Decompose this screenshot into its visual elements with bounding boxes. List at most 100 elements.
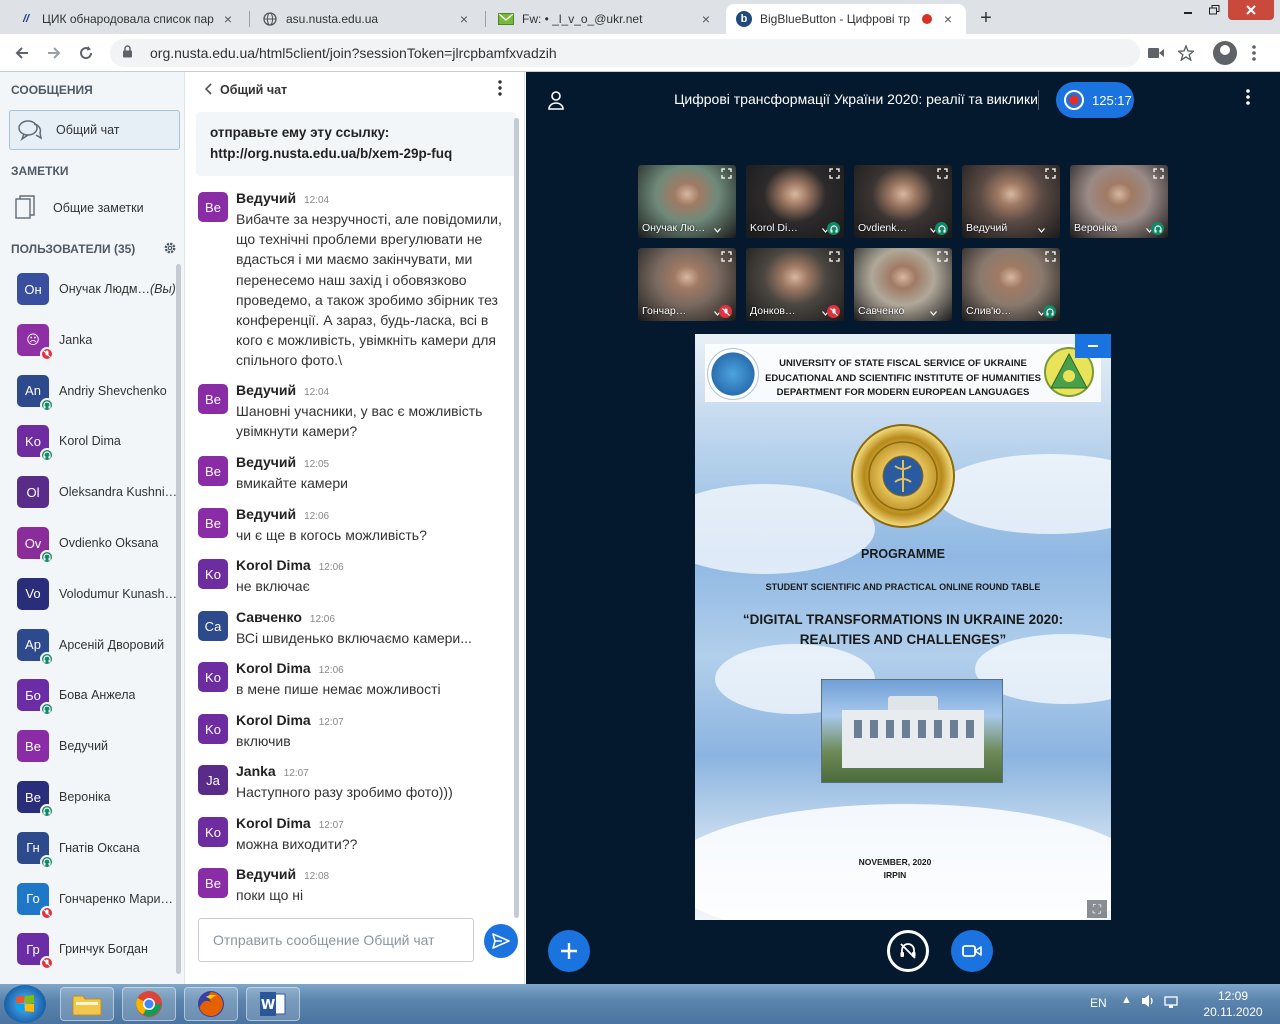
tab-bigbluebutton[interactable]: b BigBlueButton - Цифрові тр × <box>726 4 966 34</box>
user-avatar: Ве <box>17 730 49 763</box>
forward-icon[interactable] <box>40 40 68 66</box>
actions-button[interactable] <box>548 930 590 972</box>
options-menu-icon[interactable] <box>1246 89 1250 110</box>
close-window-icon[interactable] <box>1228 0 1274 20</box>
restore-window-icon[interactable] <box>1202 0 1226 20</box>
chat-options-icon[interactable] <box>498 80 502 101</box>
user-list-item[interactable]: Ov Ovdienko Oksana <box>0 518 180 568</box>
network-icon[interactable] <box>1164 995 1178 1012</box>
message-time: 12:07 <box>318 717 344 728</box>
user-list-item[interactable]: An Andriy Shevchenko <box>0 366 180 416</box>
chevron-down-icon[interactable] <box>930 308 937 318</box>
user-list-item[interactable]: Vo Volodumur Kunash… <box>0 569 180 619</box>
public-chat-item[interactable]: Общий чат <box>9 110 180 150</box>
expand-icon[interactable] <box>937 168 948 182</box>
message-author: Korol Dima 12:06 <box>236 557 344 573</box>
chat-title[interactable]: Общий чат <box>220 83 287 97</box>
webcam-tile[interactable]: Ovdienk… <box>854 165 952 238</box>
camera-blocked-icon[interactable] <box>1142 40 1170 66</box>
user-list-item[interactable]: Ар Арсеній Дворовий <box>0 620 180 670</box>
chat-message-input[interactable]: Отправить сообщение Общий чат <box>198 918 474 962</box>
expand-icon[interactable] <box>721 168 732 182</box>
user-list-item[interactable]: ☹ Janka <box>0 315 180 365</box>
close-icon[interactable]: × <box>940 11 956 27</box>
tray-show-hidden-icon[interactable]: ▲ <box>1121 994 1132 1006</box>
user-list-item[interactable]: Ko Korol Dima <box>0 416 180 466</box>
expand-icon[interactable] <box>1045 251 1056 265</box>
windows-start-button[interactable] <box>4 985 46 1023</box>
taskbar-explorer[interactable] <box>60 987 114 1021</box>
chat-scrollbar[interactable] <box>514 118 519 918</box>
minimize-window-icon[interactable] <box>1176 0 1200 20</box>
taskbar-word[interactable]: W <box>246 987 300 1021</box>
user-list-item[interactable]: Гн Гнатів Оксана <box>0 823 180 873</box>
profile-avatar-icon[interactable] <box>1213 41 1237 65</box>
user-list-item[interactable]: Го Гончаренко Мари… <box>0 874 180 924</box>
expand-icon[interactable] <box>1153 168 1164 182</box>
chevron-left-icon[interactable] <box>204 82 212 98</box>
webcam-tile[interactable]: Вероніка <box>1070 165 1168 238</box>
webcam-user-name: Ведучий <box>966 222 1008 234</box>
back-icon[interactable] <box>8 40 36 66</box>
webcam-tile[interactable]: Гончар… <box>638 248 736 321</box>
taskbar-firefox[interactable] <box>184 987 238 1021</box>
user-list-item[interactable]: Ве Ведучий <box>0 721 180 771</box>
recording-button[interactable]: 125:17 <box>1056 82 1134 118</box>
leave-audio-button[interactable] <box>887 930 929 972</box>
reload-icon[interactable] <box>72 40 100 66</box>
meeting-title: Цифрові трансформації України 2020: реал… <box>674 91 1038 107</box>
webcam-tile[interactable]: Онучак Лю… <box>638 165 736 238</box>
author-name: Korol Dima <box>236 712 311 728</box>
user-list-scrollbar[interactable] <box>176 264 181 974</box>
chevron-down-icon[interactable] <box>714 225 721 235</box>
message-avatar: Ве <box>198 508 228 538</box>
message-time: 12:06 <box>304 511 330 522</box>
volume-icon[interactable] <box>1140 993 1156 1012</box>
webcam-tile[interactable]: Ведучий <box>962 165 1060 238</box>
message-avatar: Ko <box>198 714 228 744</box>
minimize-presentation-button[interactable] <box>1075 334 1111 358</box>
gear-icon[interactable] <box>163 241 177 258</box>
new-tab-button[interactable]: + <box>972 4 1000 32</box>
user-list-toggle-icon[interactable] <box>546 90 566 110</box>
user-list-item[interactable]: Он Онучак Людм… (Вы) <box>0 264 180 314</box>
expand-icon[interactable] <box>1045 168 1056 182</box>
user-avatar: Vo <box>17 577 49 610</box>
user-avatar: ☹ <box>17 323 54 361</box>
shared-notes-item[interactable]: Общие заметки <box>9 190 180 226</box>
user-list-item[interactable]: Гр Гринчук Богдан <box>0 924 180 974</box>
tab-cik[interactable]: // ЦИК обнародовала список пар × <box>8 4 246 34</box>
user-list-item[interactable]: Бо Бова Анжела <box>0 670 180 720</box>
close-icon[interactable]: × <box>456 11 472 27</box>
tab-ukr-net[interactable]: Fw: • _l_v_o_@ukr.net × <box>488 4 724 34</box>
url-input[interactable]: org.nusta.edu.ua/html5client/join?sessio… <box>110 39 1140 67</box>
listen-only-icon <box>40 702 54 717</box>
expand-icon[interactable] <box>829 251 840 265</box>
webcam-tile[interactable]: Слив'ю… <box>962 248 1060 321</box>
chevron-down-icon[interactable] <box>1038 225 1045 235</box>
webcam-tile[interactable]: Савченко <box>854 248 952 321</box>
expand-icon[interactable] <box>829 168 840 182</box>
clock-time[interactable]: 12:09 <box>1203 989 1263 1003</box>
message-text: можна виходити?? <box>236 836 358 852</box>
send-message-button[interactable] <box>484 924 518 958</box>
message-text: Вибачте за незручності, але повідомили, … <box>236 211 502 369</box>
fullscreen-icon[interactable]: ⛶ <box>1087 900 1107 918</box>
expand-icon[interactable] <box>937 251 948 265</box>
taskbar-chrome[interactable] <box>122 987 176 1021</box>
webcam-tile[interactable]: Донков… <box>746 248 844 321</box>
input-language[interactable]: EN <box>1090 996 1107 1010</box>
close-icon[interactable]: × <box>698 11 714 27</box>
welcome-link[interactable]: http://org.nusta.edu.ua/b/xem-29p-fuq <box>210 143 502 164</box>
bookmark-star-icon[interactable] <box>1172 40 1200 66</box>
tab-asu[interactable]: asu.nusta.edu.ua × <box>252 4 482 34</box>
close-icon[interactable]: × <box>220 11 236 27</box>
clock-date[interactable]: 20.11.2020 <box>1193 1005 1273 1019</box>
webcam-tile[interactable]: Korol Di… <box>746 165 844 238</box>
user-name: Volodumur Kunash… <box>59 586 178 601</box>
browser-menu-icon[interactable] <box>1240 40 1268 66</box>
share-webcam-button[interactable] <box>951 930 993 972</box>
expand-icon[interactable] <box>721 251 732 265</box>
user-list-item[interactable]: Ве Вероніка <box>0 772 180 822</box>
user-list-item[interactable]: Ol Oleksandra Kushnir… <box>0 467 180 517</box>
